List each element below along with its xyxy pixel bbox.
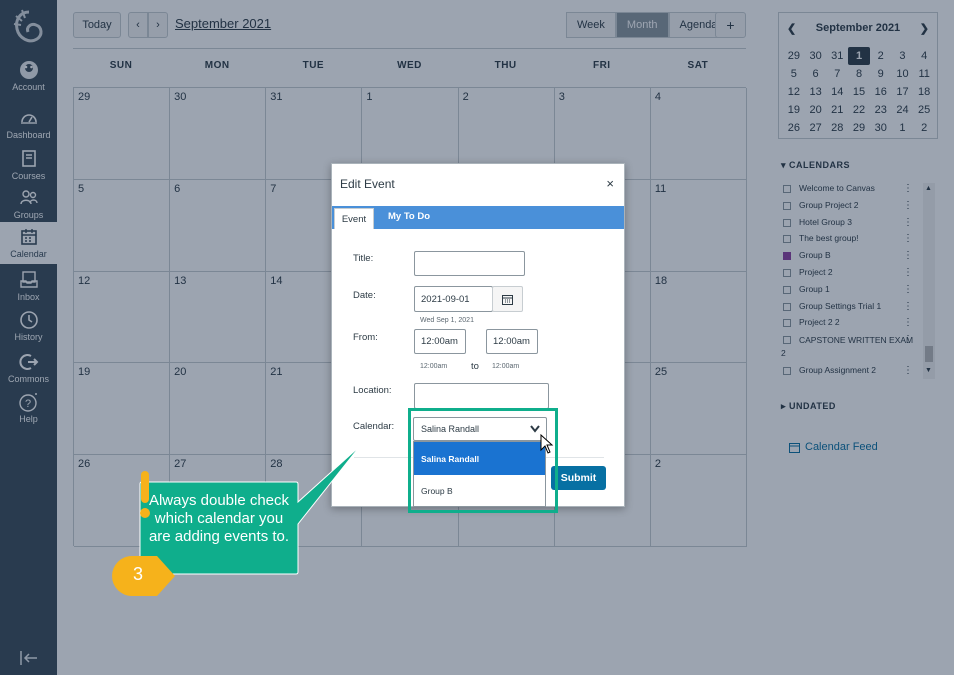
end-time-input[interactable]: 12:00am — [486, 329, 538, 354]
start-time-hint: 12:00am — [420, 363, 448, 370]
calendar-dropdown: Salina Randall Group B — [413, 441, 546, 507]
date-picker-button[interactable] — [492, 286, 523, 312]
date-input[interactable]: 2021-09-01 — [414, 286, 493, 312]
calendar-icon — [502, 294, 513, 305]
date-hint: Wed Sep 1, 2021 — [420, 317, 474, 324]
chevron-down-icon[interactable] — [529, 424, 541, 434]
start-time-input[interactable]: 12:00am — [414, 329, 466, 354]
title-label: Title: — [353, 253, 374, 264]
mouse-pointer-icon — [540, 434, 554, 454]
title-input[interactable] — [414, 251, 525, 276]
location-label: Location: — [353, 385, 392, 396]
from-label: From: — [353, 332, 378, 343]
tab-event[interactable]: Event — [334, 208, 374, 229]
end-time-hint: 12:00am — [492, 363, 520, 370]
tab-my-to-do[interactable]: My To Do — [388, 211, 430, 222]
dialog-tabs: Event My To Do — [332, 206, 624, 229]
date-label: Date: — [353, 290, 376, 301]
dropdown-option-group-b[interactable]: Group B — [414, 475, 545, 507]
calendar-label: Calendar: — [353, 421, 395, 432]
dialog-title: Edit Event — [340, 177, 395, 191]
location-input[interactable] — [414, 383, 549, 409]
step-number: 3 — [132, 564, 143, 584]
to-label: to — [471, 361, 479, 372]
submit-button[interactable]: Submit — [551, 466, 606, 490]
dropdown-option-salina-randall[interactable]: Salina Randall — [414, 442, 545, 475]
close-icon[interactable]: × — [606, 176, 614, 191]
calendar-select[interactable]: Salina Randall — [413, 417, 547, 441]
exclamation-icon — [140, 471, 150, 518]
callout-text: Always double check which calendar you a… — [148, 492, 290, 545]
